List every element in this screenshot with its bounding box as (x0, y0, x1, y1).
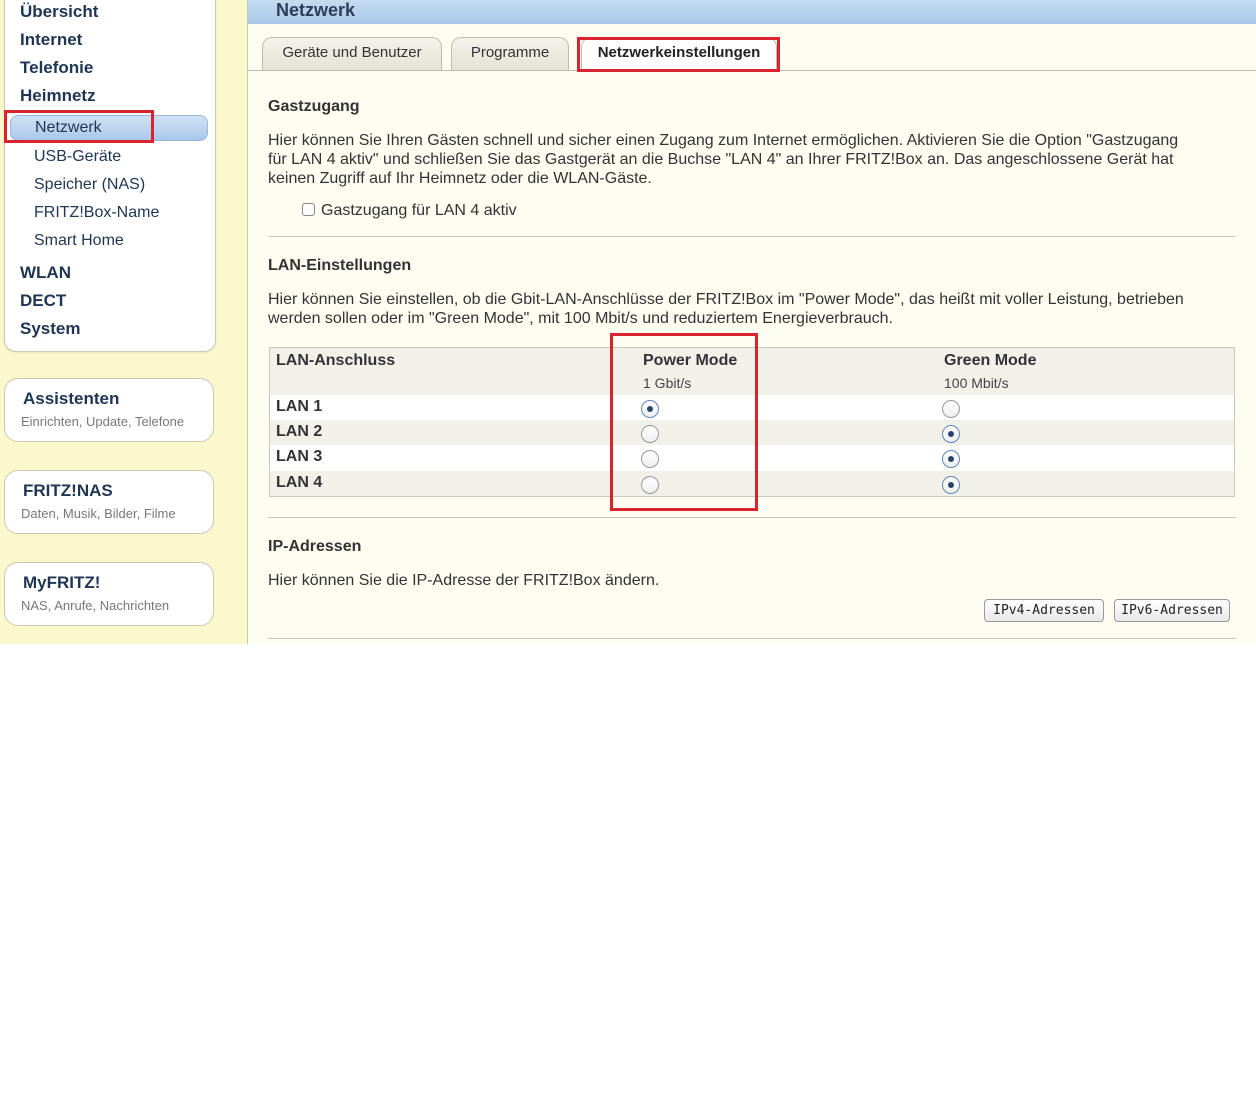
section-divider (268, 517, 1236, 518)
lan-text-line-2: werden sollen oder im "Green Mode", mit … (268, 310, 893, 327)
lan-text-line-1: Hier können Sie einstellen, ob die Gbit-… (268, 291, 1184, 308)
box-myfritz[interactable]: MyFRITZ! NAS, Anrufe, Nachrichten (4, 562, 214, 626)
box-myfritz-subtitle: NAS, Anrufe, Nachrichten (21, 598, 170, 613)
sidebar-item-uebersicht[interactable]: Übersicht (20, 2, 98, 22)
sidebar-item-usb-geraete[interactable]: USB-Geräte (34, 147, 121, 167)
tab-netzwerkeinstellungen[interactable]: Netzwerkeinstellungen (581, 37, 777, 71)
section-title-lan-einstellungen: LAN-Einstellungen (268, 257, 412, 274)
lan-mode-table: LAN-Anschluss Power Mode 1 Gbit/s Green … (269, 347, 1235, 497)
gastzugang-text-line-3: keinen Zugriff auf Ihr Heimnetz oder die… (268, 170, 652, 187)
radio-lan2-power[interactable] (641, 425, 659, 443)
sidebar-item-heimnetz[interactable]: Heimnetz (20, 86, 96, 106)
box-assistenten[interactable]: Assistenten Einrichten, Update, Telefone (4, 378, 214, 442)
radio-lan4-power[interactable] (641, 476, 659, 494)
gastzugang-checkbox-label[interactable]: Gastzugang für LAN 4 aktiv (321, 201, 721, 220)
lan-port-label: LAN 3 (276, 448, 323, 465)
main-header: Netzwerk (248, 0, 1256, 24)
radio-lan3-green[interactable] (942, 450, 960, 468)
box-assistenten-subtitle: Einrichten, Update, Telefone (21, 414, 185, 429)
box-fritznas-subtitle: Daten, Musik, Bilder, Filme (21, 506, 176, 521)
radio-lan1-green[interactable] (942, 400, 960, 418)
radio-lan2-green[interactable] (942, 425, 960, 443)
main-content: Netzwerk Geräte und Benutzer Programme N… (247, 0, 1256, 644)
gastzugang-text-line-2: für LAN 4 aktiv" und schließen Sie das G… (268, 151, 1174, 168)
sidebar-item-telefonie[interactable]: Telefonie (20, 58, 93, 78)
col-subheader-power: 1 Gbit/s (643, 375, 692, 391)
sidebar-item-netzwerk[interactable]: Netzwerk (10, 115, 208, 141)
box-fritznas[interactable]: FRITZ!NAS Daten, Musik, Bilder, Filme (4, 470, 214, 534)
lan-port-label: LAN 2 (276, 423, 323, 440)
ipv4-adressen-button[interactable]: IPv4-Adressen (984, 599, 1104, 622)
box-myfritz-title: MyFRITZ! (23, 573, 101, 592)
sidebar-item-internet[interactable]: Internet (20, 30, 82, 50)
table-header-row: LAN-Anschluss Power Mode 1 Gbit/s Green … (270, 348, 1234, 395)
sidebar-item-smart-home[interactable]: Smart Home (34, 231, 124, 251)
lan-port-label: LAN 1 (276, 398, 323, 415)
col-subheader-green: 100 Mbit/s (944, 375, 1009, 391)
col-header-power-mode: Power Mode (643, 352, 738, 369)
sidebar-item-netzwerk-label: Netzwerk (35, 119, 102, 136)
tab-geraete-und-benutzer[interactable]: Geräte und Benutzer (262, 37, 442, 71)
box-assistenten-title: Assistenten (23, 389, 120, 408)
radio-lan1-power[interactable] (641, 400, 659, 418)
sidebar-item-system[interactable]: System (20, 319, 80, 339)
tab-divider (248, 70, 1256, 71)
box-fritznas-title: FRITZ!NAS (23, 481, 113, 500)
table-row: LAN 2 (270, 420, 1234, 445)
ip-text: Hier können Sie die IP-Adresse der FRITZ… (268, 572, 660, 589)
radio-lan4-green[interactable] (942, 476, 960, 494)
ipv6-adressen-button[interactable]: IPv6-Adressen (1114, 599, 1230, 622)
col-header-green-mode: Green Mode (944, 352, 1037, 369)
gastzugang-text-line-1: Hier können Sie Ihren Gästen schnell und… (268, 132, 1179, 149)
page-title: Netzwerk (276, 0, 356, 20)
section-title-ip-adressen: IP-Adressen (268, 538, 362, 555)
tab-programme[interactable]: Programme (451, 37, 569, 71)
fritzbox-screenshot: Übersicht Internet Telefonie Heimnetz Ne… (0, 0, 1256, 644)
col-header-lan-anschluss: LAN-Anschluss (276, 352, 396, 369)
gastzugang-checkbox[interactable] (302, 203, 315, 216)
table-row: LAN 3 (270, 445, 1234, 471)
table-row: LAN 4 (270, 471, 1234, 496)
sidebar-item-fritzbox-name[interactable]: FRITZ!Box-Name (34, 203, 159, 223)
radio-lan3-power[interactable] (641, 450, 659, 468)
section-divider (268, 638, 1236, 639)
section-title-gastzugang: Gastzugang (268, 98, 360, 115)
table-row: LAN 1 (270, 395, 1234, 420)
sidebar-item-wlan[interactable]: WLAN (20, 263, 71, 283)
sidebar-item-dect[interactable]: DECT (20, 291, 66, 311)
section-divider (268, 236, 1236, 237)
lan-port-label: LAN 4 (276, 474, 323, 491)
sidebar-item-speicher[interactable]: Speicher (NAS) (34, 175, 145, 195)
